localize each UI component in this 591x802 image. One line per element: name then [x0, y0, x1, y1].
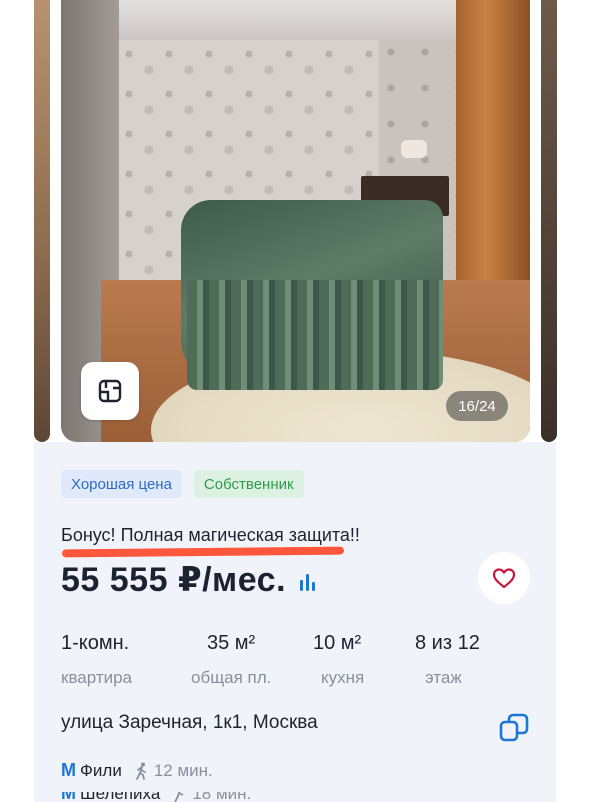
- next-photo-preview[interactable]: [541, 0, 557, 442]
- photo-bedspread: [187, 280, 443, 390]
- address[interactable]: улица Заречная, 1к1, Москва: [61, 712, 318, 734]
- param-label: квартира: [61, 668, 133, 687]
- param-label: общая пл.: [191, 668, 272, 687]
- price-row: 55 555 ₽/мес.: [61, 560, 320, 600]
- param-value: 8 из 12: [415, 632, 480, 654]
- photo-gallery[interactable]: 16/24: [0, 0, 591, 442]
- walk-time: 12 мин.: [153, 760, 213, 780]
- param-value: 1-комн.: [61, 632, 130, 654]
- walking-icon: [174, 792, 184, 802]
- metro-icon: M: [61, 792, 76, 802]
- copy-address-button[interactable]: [496, 710, 532, 746]
- owner-badge: Собственник: [193, 470, 304, 498]
- price: 55 555 ₽/мес.: [61, 561, 287, 599]
- param-floor: 8 из 12 этаж: [415, 632, 515, 688]
- floor-plan-icon: [98, 379, 122, 403]
- metro-station-row: M Фили 12 мин.: [61, 760, 213, 781]
- metro-station-name: Фили: [80, 760, 122, 780]
- previous-photo-preview[interactable]: [34, 0, 50, 442]
- param-rooms: 1-комн. квартира: [61, 632, 191, 688]
- walking-icon: [135, 762, 146, 780]
- heart-icon: [492, 568, 516, 589]
- floor-plan-button[interactable]: [81, 362, 139, 420]
- photo-wall-lamp: [401, 140, 427, 158]
- photo-counter: 16/24: [446, 391, 508, 421]
- param-label: кухня: [321, 668, 365, 687]
- copy-icon: [499, 713, 529, 742]
- good-price-badge: Хорошая цена: [61, 470, 182, 498]
- listing-title[interactable]: Бонус! Полная магическая защита!!: [61, 525, 360, 546]
- param-value: 35 м²: [207, 632, 256, 654]
- metro-station-row-2: M Шелепиха 18 мин.: [61, 792, 251, 802]
- price-history-icon[interactable]: [298, 571, 320, 593]
- favorite-button[interactable]: [478, 552, 530, 604]
- photo-ceiling: [119, 0, 479, 40]
- walk-time: 18 мин.: [192, 792, 252, 802]
- param-label: этаж: [425, 668, 462, 687]
- badges: Хорошая цена Собственник: [61, 470, 304, 498]
- metro-station-name: Шелепиха: [80, 792, 161, 802]
- param-total-area: 35 м² общая пл.: [191, 632, 313, 688]
- param-kitchen: 10 м² кухня: [313, 632, 415, 688]
- apartment-params: 1-комн. квартира 35 м² общая пл. 10 м² к…: [61, 632, 531, 688]
- listing-card[interactable]: Хорошая цена Собственник Бонус! Полная м…: [34, 442, 556, 802]
- red-scribble-mark: [61, 546, 345, 558]
- param-value: 10 м²: [313, 632, 362, 654]
- metro-icon: M: [61, 760, 76, 780]
